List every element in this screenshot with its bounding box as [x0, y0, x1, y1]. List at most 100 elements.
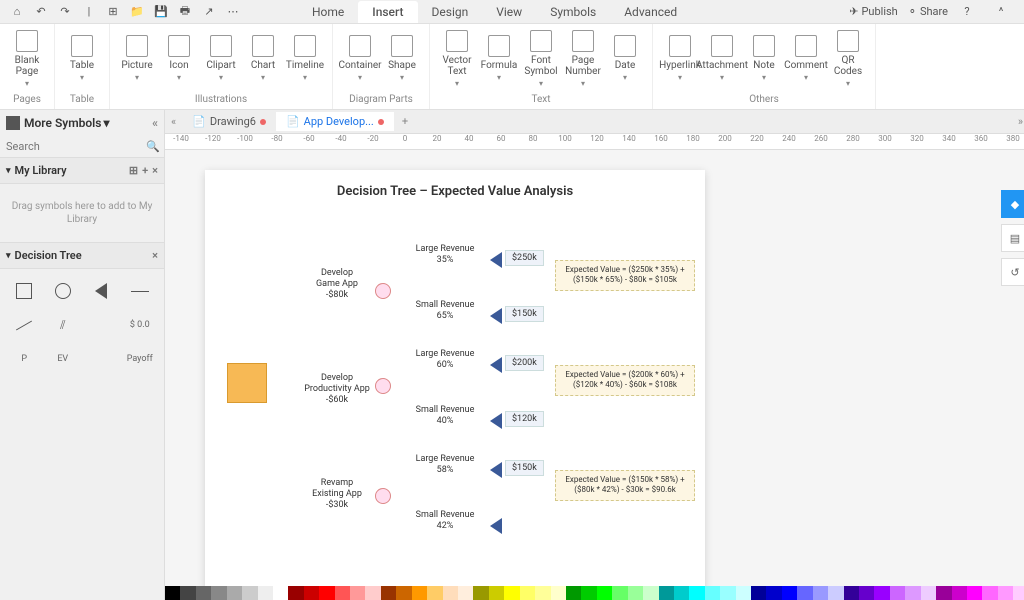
- decision-root[interactable]: [227, 363, 267, 403]
- color-swatch[interactable]: [859, 586, 874, 600]
- menu-tab-symbols[interactable]: Symbols: [536, 1, 610, 23]
- menu-tab-home[interactable]: Home: [298, 1, 358, 23]
- decisiontree-section[interactable]: ▾ Decision Tree ×: [0, 242, 164, 269]
- mylibrary-section[interactable]: ▾ My Library ⊞+×: [0, 157, 164, 184]
- chart-button[interactable]: Chart▾: [242, 26, 284, 92]
- add-icon[interactable]: +: [142, 164, 148, 177]
- terminal-node[interactable]: [490, 413, 502, 429]
- color-swatch[interactable]: [689, 586, 704, 600]
- symbol-cell[interactable]: [47, 277, 80, 305]
- color-swatch[interactable]: [304, 586, 319, 600]
- terminal-node[interactable]: [490, 357, 502, 373]
- close-icon[interactable]: ×: [152, 164, 158, 177]
- doc-tab-app-develop[interactable]: 📄App Develop...: [276, 112, 394, 131]
- color-swatch[interactable]: [581, 586, 596, 600]
- collapse-left-icon[interactable]: «: [152, 116, 158, 130]
- open-icon[interactable]: 📁: [128, 3, 146, 21]
- symbol-cell[interactable]: [85, 311, 118, 339]
- color-swatch[interactable]: [766, 586, 781, 600]
- tabs-collapse-icon[interactable]: «: [165, 115, 182, 128]
- symbol-cell[interactable]: EV: [47, 345, 80, 373]
- color-swatch[interactable]: [504, 586, 519, 600]
- color-swatch[interactable]: [628, 586, 643, 600]
- color-swatch[interactable]: [443, 586, 458, 600]
- icon-button[interactable]: Icon▾: [158, 26, 200, 92]
- color-swatch[interactable]: [998, 586, 1013, 600]
- color-swatch[interactable]: [535, 586, 550, 600]
- color-swatch[interactable]: [720, 586, 735, 600]
- tabs-expand-icon[interactable]: »: [1012, 115, 1024, 128]
- qr-codes-button[interactable]: QRCodes▾: [827, 26, 869, 92]
- color-swatch[interactable]: [566, 586, 581, 600]
- formula-button[interactable]: Formula▾: [478, 26, 520, 92]
- color-swatch[interactable]: [705, 586, 720, 600]
- color-swatch[interactable]: [273, 586, 288, 600]
- terminal-node[interactable]: [490, 308, 502, 324]
- symbol-cell[interactable]: ⫽: [47, 311, 80, 339]
- color-swatch[interactable]: [365, 586, 380, 600]
- color-swatch[interactable]: [797, 586, 812, 600]
- export-icon[interactable]: ↗: [200, 3, 218, 21]
- color-swatch[interactable]: [551, 586, 566, 600]
- collapse-icon[interactable]: ^: [992, 3, 1010, 21]
- symbol-cell[interactable]: [124, 277, 157, 305]
- menu-tab-view[interactable]: View: [482, 1, 536, 23]
- chance-node[interactable]: [375, 378, 391, 394]
- symbols-header[interactable]: More Symbols ▾ «: [0, 110, 164, 136]
- style-tool-icon[interactable]: ◆: [1001, 190, 1024, 218]
- menu-tab-advanced[interactable]: Advanced: [610, 1, 691, 23]
- history-tool-icon[interactable]: ↺: [1001, 258, 1024, 286]
- search-icon[interactable]: 🔍: [146, 140, 160, 153]
- symbol-cell[interactable]: Payoff: [124, 345, 157, 373]
- color-swatch[interactable]: [350, 586, 365, 600]
- symbol-cell[interactable]: $ 0.0: [124, 311, 157, 339]
- color-swatch[interactable]: [165, 586, 180, 600]
- color-swatch[interactable]: [211, 586, 226, 600]
- font-symbol-button[interactable]: FontSymbol▾: [520, 26, 562, 92]
- hyperlink-button[interactable]: Hyperlink▾: [659, 26, 701, 92]
- color-swatch[interactable]: [813, 586, 828, 600]
- symbol-cell[interactable]: [85, 345, 118, 373]
- vector-text-button[interactable]: VectorText▾: [436, 26, 478, 92]
- color-swatch[interactable]: [335, 586, 350, 600]
- color-swatch[interactable]: [643, 586, 658, 600]
- color-swatch[interactable]: [227, 586, 242, 600]
- search-input[interactable]: [6, 140, 146, 153]
- color-swatch[interactable]: [952, 586, 967, 600]
- attachment-button[interactable]: Attachment▾: [701, 26, 743, 92]
- color-swatch[interactable]: [967, 586, 982, 600]
- color-swatch[interactable]: [828, 586, 843, 600]
- print-icon[interactable]: 🖶: [176, 3, 194, 21]
- publish-button[interactable]: ✈ Publish: [849, 5, 897, 18]
- table-button[interactable]: Table▾: [61, 26, 103, 92]
- terminal-node[interactable]: [490, 252, 502, 268]
- chance-node[interactable]: [375, 283, 391, 299]
- color-swatch[interactable]: [319, 586, 334, 600]
- color-swatch[interactable]: [396, 586, 411, 600]
- color-swatch[interactable]: [427, 586, 442, 600]
- color-swatch[interactable]: [196, 586, 211, 600]
- color-swatch[interactable]: [921, 586, 936, 600]
- clipart-button[interactable]: Clipart▾: [200, 26, 242, 92]
- color-swatch[interactable]: [982, 586, 997, 600]
- library-dropzone[interactable]: Drag symbols here to add to My Library: [0, 184, 164, 242]
- help-icon[interactable]: ?: [958, 3, 976, 21]
- color-swatch[interactable]: [674, 586, 689, 600]
- page-number-button[interactable]: PageNumber▾: [562, 26, 604, 92]
- color-swatch[interactable]: [458, 586, 473, 600]
- color-swatch[interactable]: [258, 586, 273, 600]
- color-swatch[interactable]: [905, 586, 920, 600]
- shape-button[interactable]: Shape▾: [381, 26, 423, 92]
- blank-page-button[interactable]: BlankPage▾: [6, 26, 48, 92]
- color-swatch[interactable]: [612, 586, 627, 600]
- color-swatch[interactable]: [659, 586, 674, 600]
- share-button[interactable]: ⚬ Share: [908, 5, 948, 18]
- color-swatch[interactable]: [520, 586, 535, 600]
- timeline-button[interactable]: Timeline▾: [284, 26, 326, 92]
- color-swatch[interactable]: [936, 586, 951, 600]
- symbol-cell[interactable]: P: [8, 345, 41, 373]
- date-button[interactable]: Date▾: [604, 26, 646, 92]
- terminal-node[interactable]: [490, 462, 502, 478]
- symbol-cell[interactable]: [8, 311, 41, 339]
- color-swatch[interactable]: [288, 586, 303, 600]
